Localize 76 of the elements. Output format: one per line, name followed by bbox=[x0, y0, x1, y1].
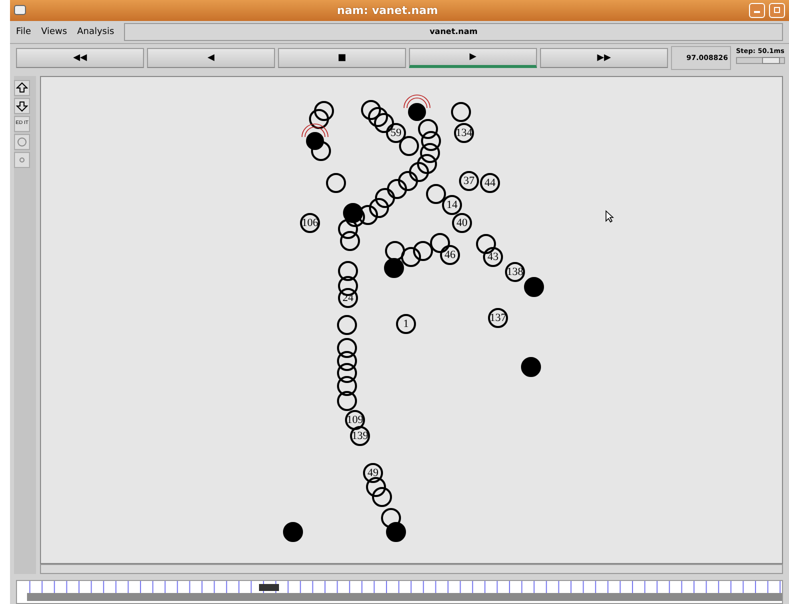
network-node bbox=[417, 154, 437, 174]
network-node: 40 bbox=[452, 212, 472, 233]
network-node bbox=[368, 106, 388, 127]
zoom-out-icon bbox=[16, 100, 28, 112]
menu-item[interactable]: Analysis bbox=[77, 26, 114, 37]
network-node bbox=[366, 476, 386, 497]
playback-button[interactable]: ■ bbox=[278, 48, 406, 68]
filled-node bbox=[283, 522, 303, 542]
playback-button[interactable]: ◀◀ bbox=[16, 48, 144, 68]
menu-item[interactable]: File bbox=[16, 26, 32, 37]
playback-button[interactable]: ▶ bbox=[409, 48, 537, 68]
time-marker[interactable] bbox=[259, 584, 279, 592]
network-node bbox=[314, 100, 334, 121]
network-node bbox=[375, 188, 395, 208]
network-node bbox=[476, 234, 496, 254]
filled-node bbox=[386, 522, 406, 542]
maximize-button[interactable] bbox=[769, 2, 785, 18]
network-node bbox=[387, 178, 407, 199]
playback-button[interactable]: ◀ bbox=[147, 48, 275, 68]
zoom-in-icon bbox=[16, 82, 28, 94]
network-node bbox=[372, 486, 392, 507]
network-node bbox=[326, 172, 346, 193]
network-node: 138 bbox=[505, 262, 525, 282]
minimize-button[interactable] bbox=[749, 2, 765, 18]
network-node: 134 bbox=[454, 122, 474, 143]
network-node bbox=[340, 230, 360, 251]
transmitting-node bbox=[401, 94, 433, 122]
network-node: 46 bbox=[440, 244, 460, 265]
network-node bbox=[309, 108, 329, 129]
network-node: 139 bbox=[350, 426, 370, 446]
slider-thumb[interactable] bbox=[762, 56, 780, 64]
transmitting-node bbox=[299, 122, 331, 151]
network-node bbox=[337, 314, 357, 335]
network-node bbox=[451, 102, 471, 122]
network-node: 137 bbox=[488, 308, 508, 328]
network-node bbox=[337, 362, 357, 383]
window-title: nam: vanet.nam bbox=[336, 4, 439, 17]
network-node bbox=[369, 198, 389, 218]
playback-button[interactable]: ▶▶ bbox=[540, 48, 668, 68]
network-node bbox=[421, 130, 441, 151]
filled-node bbox=[343, 202, 363, 223]
tool-button[interactable] bbox=[14, 80, 30, 96]
network-node: 43 bbox=[483, 246, 503, 267]
network-node bbox=[399, 136, 419, 156]
filled-node bbox=[384, 258, 404, 278]
network-node bbox=[413, 240, 433, 261]
network-node: 44 bbox=[480, 172, 500, 193]
network-node: 1 bbox=[396, 314, 416, 334]
network-node: 37 bbox=[459, 170, 479, 191]
network-node bbox=[361, 100, 381, 120]
network-node: 106 bbox=[300, 212, 320, 233]
network-node bbox=[337, 350, 357, 371]
filled-node bbox=[521, 356, 541, 377]
menu-item[interactable]: Views bbox=[41, 26, 68, 37]
window-menu-icon bbox=[14, 5, 26, 16]
network-node bbox=[398, 170, 418, 191]
horizontal-scrollbar[interactable] bbox=[40, 564, 783, 574]
network-node bbox=[409, 162, 429, 182]
network-node bbox=[337, 376, 357, 396]
network-node: 109 bbox=[345, 410, 365, 430]
network-node bbox=[337, 390, 357, 411]
network-node bbox=[426, 184, 446, 204]
tool-button[interactable] bbox=[14, 98, 30, 114]
step-slider[interactable] bbox=[736, 56, 785, 64]
network-node: 14 bbox=[442, 194, 462, 215]
network-node bbox=[337, 338, 357, 358]
dot-icon bbox=[19, 156, 25, 163]
network-node: 49 bbox=[363, 462, 383, 483]
network-node bbox=[420, 142, 440, 163]
circle-icon bbox=[17, 136, 27, 147]
cursor-icon bbox=[605, 210, 614, 223]
network-node: 59 bbox=[386, 122, 406, 143]
maximize-icon bbox=[773, 6, 781, 14]
file-name-field: vanet.nam bbox=[124, 22, 783, 41]
network-node bbox=[338, 260, 358, 281]
filled-node bbox=[524, 276, 544, 297]
